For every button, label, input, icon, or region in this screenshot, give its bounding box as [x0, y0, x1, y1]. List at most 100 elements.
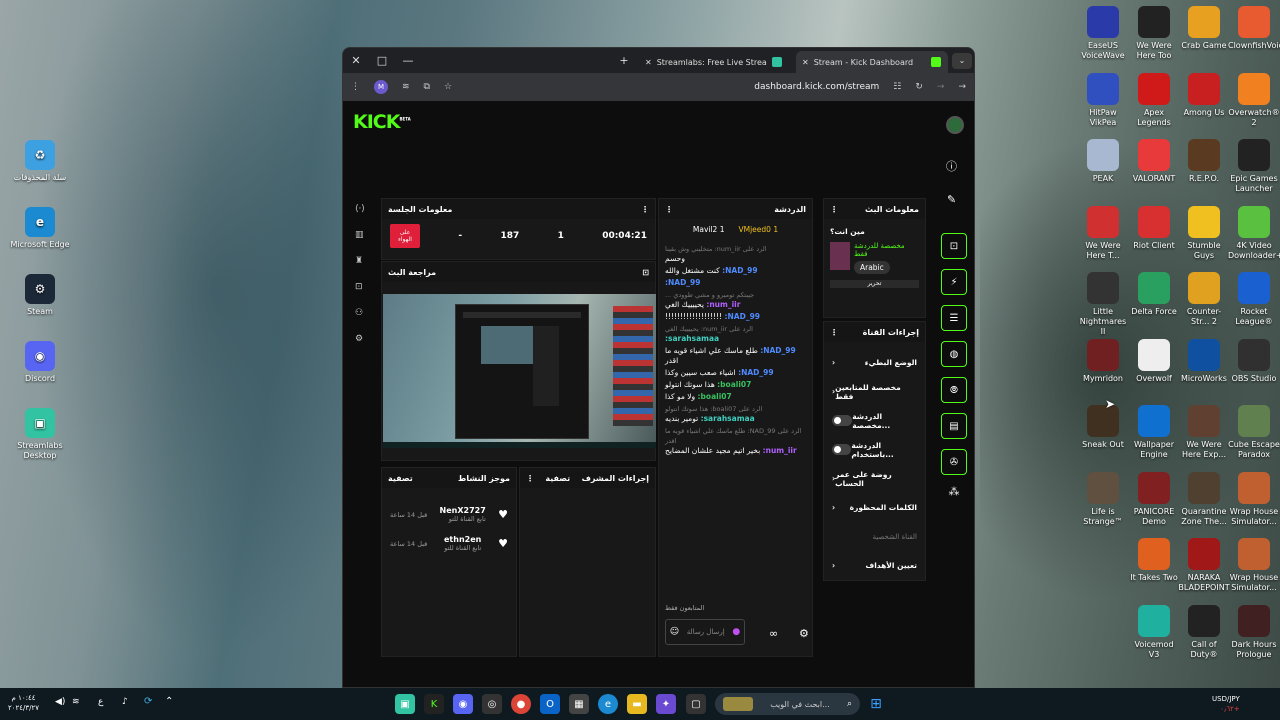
share-icon[interactable]: ⁂ — [949, 485, 960, 498]
desktop-shortcut[interactable]: We Were Here Too — [1128, 6, 1180, 61]
chat-username[interactable]: NAD_99: — [722, 266, 758, 275]
desktop-shortcut[interactable]: Stumble Guys — [1178, 205, 1230, 261]
toggle-switch[interactable] — [832, 415, 853, 426]
channel-action-item[interactable]: › تعيين الأهداف — [824, 551, 925, 580]
desktop-shortcut[interactable]: It Takes Two — [1128, 538, 1180, 583]
explorer-taskbar-icon[interactable]: ▬ — [627, 694, 647, 714]
desktop-shortcut[interactable]: We Were Here Exp... — [1178, 405, 1230, 460]
chat-message[interactable]: NAD_99: كنت مشتغل والله — [659, 266, 812, 276]
back-icon[interactable]: → — [958, 82, 966, 92]
desktop-shortcut[interactable]: Counter-Str... 2 — [1178, 272, 1230, 327]
desktop-shortcut[interactable]: OBS Studio — [1228, 338, 1280, 384]
clock[interactable]: ١٠:٤٤ م ٢٠٢٤/٣/٢٧ — [8, 693, 39, 713]
start-icon[interactable]: ⊞ — [866, 694, 886, 714]
forward-icon[interactable]: → — [937, 82, 945, 92]
desktop-shortcut[interactable]: Life is Strange™ — [1077, 471, 1129, 527]
settings-icon[interactable]: ⚙ — [355, 334, 365, 344]
emoji-icon[interactable]: ☺ — [670, 627, 679, 637]
stream-preview[interactable] — [383, 294, 656, 448]
chat-message[interactable]: الرد على NAD_99: طلع ماسك علي اشياء قويه… — [659, 426, 812, 456]
tab-close-icon[interactable]: ✕ — [802, 58, 809, 67]
channel-action-item[interactable]: الدردشة باستخدام... — [824, 435, 925, 464]
desktop-shortcut[interactable]: Riot Client — [1128, 205, 1180, 251]
activity-item[interactable]: قبل 14 ساعة ethn2en تابع القناة للتو ♥ — [382, 529, 516, 558]
desktop-shortcut[interactable]: Call of Duty® — [1178, 604, 1230, 660]
input-lang[interactable]: ع — [98, 697, 103, 707]
site-settings-icon[interactable]: ☷ — [893, 82, 901, 92]
bolt-icon[interactable]: ⚡ — [941, 269, 967, 295]
desktop-shortcut[interactable]: MicroWorks — [1178, 338, 1230, 384]
desktop-shortcut[interactable]: ⚙ Steam — [8, 274, 72, 317]
desktop-shortcut[interactable]: Overwatch® 2 — [1228, 72, 1280, 128]
chat-username[interactable]: NAD_99: — [665, 278, 701, 287]
tab-streamlabs[interactable]: ✕ Streamlabs: Free Live Streaming — [639, 51, 791, 73]
panel-menu-icon[interactable]: ⋮ — [641, 205, 649, 214]
wrench-icon[interactable]: ✇ — [941, 449, 967, 475]
filter-button[interactable]: تصفية — [545, 474, 570, 483]
stream-icon[interactable]: ⟨·⟩ — [355, 204, 365, 214]
desktop-shortcut[interactable]: ♻ سلة المحذوفات — [8, 140, 72, 183]
desktop-shortcut[interactable]: Rocket League® — [1228, 272, 1280, 327]
desktop-shortcut[interactable]: e Microsoft Edge — [8, 207, 72, 250]
desktop-shortcut[interactable]: Crab Game — [1178, 6, 1230, 51]
chat-message[interactable]: NAD_99: طلع ماسك علي اشياء قويه ما اقدر — [659, 346, 812, 366]
kick-taskbar-icon[interactable]: K — [424, 694, 444, 714]
desktop-shortcut[interactable]: Quarantine Zone The... — [1178, 471, 1230, 527]
tray-chevron-icon[interactable]: ⌃ — [165, 696, 173, 707]
broadcast-icon[interactable]: ⦾ — [941, 377, 967, 403]
pinned-user[interactable]: Mavil2 1 — [693, 225, 725, 234]
desktop-shortcut[interactable]: Wrap House Simulator... — [1228, 471, 1280, 527]
edge-taskbar-icon[interactable]: e — [598, 694, 618, 714]
toggle-switch[interactable] — [832, 444, 852, 455]
community-icon[interactable]: ⚇ — [355, 308, 365, 318]
chat-input[interactable]: ☺ إرسال رسالة ● — [665, 619, 745, 645]
maximize-icon[interactable]: □ — [369, 48, 395, 73]
url-field[interactable]: dashboard.kick.com/stream — [754, 82, 879, 92]
desktop-shortcut[interactable]: Voicemod V3 — [1128, 604, 1180, 660]
desktop-shortcut[interactable]: ClownfishVoice — [1228, 6, 1280, 51]
chat-username[interactable]: sarahsamaa: — [665, 334, 719, 343]
desktop-shortcut[interactable]: We Were Here T... — [1077, 205, 1129, 261]
copilot-taskbar-icon[interactable]: ✦ — [656, 694, 676, 714]
chrome-taskbar-icon[interactable]: ● — [511, 694, 531, 714]
activity-item[interactable]: قبل 14 ساعة NenX2727 تابع القناة للتو ♥ — [382, 500, 516, 529]
desktop-shortcut[interactable]: Cube Escape Paradox — [1228, 405, 1280, 460]
clip-icon[interactable]: ⊡ — [941, 233, 967, 259]
chat-message[interactable]: NAD_99: — [659, 278, 812, 288]
profile-avatar[interactable]: M — [374, 80, 388, 94]
currency-widget[interactable]: USD/JPY ٠٫٦٢+ — [1212, 694, 1240, 714]
channel-action-item[interactable]: الدردشة مخصصة... — [824, 406, 925, 435]
minimize-icon[interactable]: — — [395, 48, 421, 73]
chat-username[interactable]: num_iir: — [763, 446, 797, 455]
streamlabs-taskbar-icon[interactable]: ▣ — [395, 694, 415, 714]
sync-tray-icon[interactable]: ⟳ — [144, 696, 152, 707]
desktop-shortcut[interactable]: VALORANT — [1128, 139, 1180, 184]
edit-button[interactable]: تحرير — [830, 280, 919, 288]
desktop-shortcut[interactable]: NARAKA BLADEPOINT — [1178, 538, 1230, 593]
chat-settings-icon[interactable]: ⚙ — [799, 627, 809, 640]
outlook-taskbar-icon[interactable]: O — [540, 694, 560, 714]
channel-action-item[interactable]: › الكلمات المحظورة — [824, 493, 925, 522]
chat-tools-icon[interactable]: ∞ — [769, 627, 778, 640]
capture-icon[interactable]: ⊡ — [355, 282, 365, 292]
panel-menu-icon[interactable]: ⋮ — [665, 205, 673, 214]
info-icon[interactable]: ⓘ — [946, 158, 957, 174]
desktop-shortcut[interactable]: PANICORE Demo — [1128, 471, 1180, 527]
chat-username[interactable]: boali07: — [698, 392, 732, 401]
panel-menu-icon[interactable]: ⋮ — [526, 474, 534, 483]
bookmark-star-icon[interactable]: ☆ — [444, 82, 452, 92]
chat-username[interactable]: NAD_99: — [725, 312, 761, 321]
cast-icon[interactable]: ≋ — [402, 82, 410, 92]
chat-username[interactable]: num_iir: — [706, 300, 740, 309]
desktop-shortcut[interactable]: ◉ Discord — [8, 341, 72, 384]
user-avatar[interactable] — [946, 116, 964, 134]
volume-icon[interactable]: ◀) — [55, 697, 65, 707]
panel-menu-icon[interactable]: ⋮ — [830, 205, 838, 214]
desktop-shortcut[interactable]: Overwolf — [1128, 338, 1180, 384]
chat-message[interactable]: الرد على num_iir: متخليني وش بقينا وحسم — [659, 244, 812, 264]
desktop-shortcut[interactable]: ▣ Streamlabs Desktop — [8, 408, 72, 461]
analytics-icon[interactable]: ▥ — [355, 230, 365, 240]
chat-username[interactable]: NAD_99: — [760, 346, 796, 355]
filter-button[interactable]: تصفية — [388, 474, 413, 483]
mic-tray-icon[interactable]: ♪ — [122, 697, 128, 707]
